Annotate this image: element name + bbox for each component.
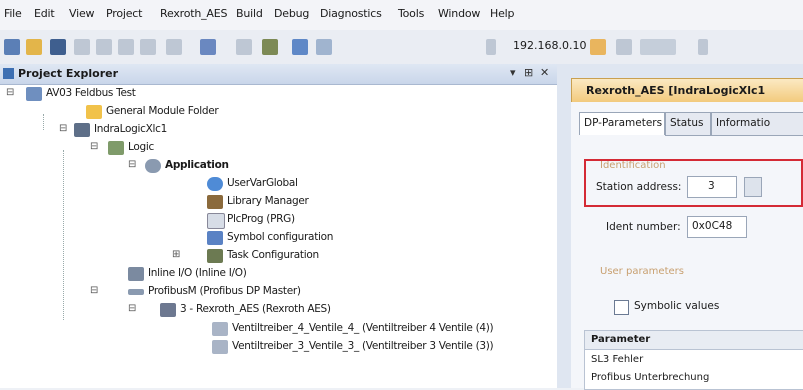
menu-build[interactable]: Build <box>236 7 263 20</box>
application-icon <box>145 159 161 173</box>
tree-item-rexroth-aes[interactable]: 3 - Rexroth_AES (Rexroth AES) <box>160 301 490 319</box>
collapse-toggle[interactable]: ⊟ <box>6 87 14 98</box>
project-explorer-titlebar: Project Explorer ▾ ⊞ ✕ <box>0 64 557 85</box>
tree-item-symbol-configuration[interactable]: Symbol configuration <box>207 229 507 247</box>
undo-icon[interactable] <box>74 39 90 55</box>
project-explorer-title: Project Explorer <box>18 67 119 80</box>
menu-diagnostics[interactable]: Diagnostics <box>320 7 382 20</box>
close-icon[interactable]: ✕ <box>540 66 549 79</box>
ident-number-label: Ident number: <box>606 221 681 233</box>
folder-icon <box>86 105 102 119</box>
menu-edit[interactable]: Edit <box>34 7 55 20</box>
user-parameters-group-label: User parameters <box>600 266 684 277</box>
task-icon <box>207 249 223 263</box>
bus-icon <box>128 289 144 295</box>
dropdown-arrow-icon[interactable] <box>486 39 496 55</box>
symbol-icon <box>207 231 223 245</box>
menu-tools[interactable]: Tools <box>398 7 424 20</box>
tree-item-general-module-folder[interactable]: General Module Folder <box>86 103 386 121</box>
station-address-field[interactable]: 3 <box>687 176 737 198</box>
build-icon[interactable] <box>236 39 252 55</box>
tab-status[interactable]: Status <box>665 112 711 136</box>
menu-bar: File Edit View Project Rexroth_AES Build… <box>0 0 803 30</box>
tree-item-profibus-master[interactable]: ProfibusM (Profibus DP Master) <box>128 283 428 301</box>
collapse-toggle[interactable]: ⊟ <box>90 285 98 296</box>
menu-window[interactable]: Window <box>438 7 480 20</box>
tree-item-project[interactable]: AV03 Feldbus Test <box>26 85 326 103</box>
open-project-icon[interactable] <box>26 39 42 55</box>
find-icon[interactable] <box>200 39 216 55</box>
module-icon <box>212 322 228 336</box>
device-icon[interactable] <box>316 39 332 55</box>
network-scan-icon[interactable] <box>590 39 606 55</box>
menu-rexroth-aes[interactable]: Rexroth_AES <box>160 7 227 20</box>
library-icon <box>207 195 223 209</box>
login-icon[interactable] <box>292 39 308 55</box>
station-address-spinner[interactable] <box>744 177 762 197</box>
project-icon <box>26 87 42 101</box>
overflow-icon[interactable] <box>698 39 708 55</box>
menu-help[interactable]: Help <box>490 7 514 20</box>
tree-item-plcprog[interactable]: PlcProg (PRG) <box>207 211 507 229</box>
symbolic-values-checkbox[interactable] <box>614 300 629 315</box>
binoculars-icon[interactable] <box>262 39 278 55</box>
tree-item-library-manager[interactable]: Library Manager <box>207 193 507 211</box>
tab-information[interactable]: Informatio <box>711 112 803 136</box>
toolbar: 192.168.0.10 <box>0 30 803 64</box>
ident-number-field: 0x0C48 <box>687 216 747 238</box>
new-project-icon[interactable] <box>4 39 20 55</box>
station-address-label: Station address: <box>596 181 682 193</box>
tree-item-ventiltreiber-3[interactable]: Ventiltreiber_3_Ventile_3_ (Ventiltreibe… <box>212 338 557 356</box>
program-icon <box>207 213 225 229</box>
tree-item-inline-io[interactable]: Inline I/O (Inline I/O) <box>128 265 428 283</box>
panel-menu-icon[interactable]: ▾ <box>510 66 516 79</box>
io-module-icon <box>128 267 144 281</box>
controller-icon <box>74 123 90 137</box>
logic-icon <box>108 141 124 155</box>
expand-toggle[interactable]: ⊞ <box>172 249 180 260</box>
symbolic-values-label: Symbolic values <box>634 300 720 312</box>
connection-status-icon <box>640 39 676 55</box>
collapse-toggle[interactable]: ⊟ <box>128 303 136 314</box>
collapse-toggle[interactable]: ⊟ <box>59 123 67 134</box>
project-explorer-panel: Project Explorer ▾ ⊞ ✕ ⊟ AV03 Feldbus Te… <box>0 64 557 388</box>
tree-item-ventiltreiber-4[interactable]: Ventiltreiber_4_Ventile_4_ (Ventiltreibe… <box>212 320 557 338</box>
project-explorer-icon <box>3 68 14 79</box>
collapse-toggle[interactable]: ⊟ <box>90 141 98 152</box>
paste-icon[interactable] <box>118 39 134 55</box>
tree-item-uservarglobal[interactable]: UserVarGlobal <box>207 175 507 193</box>
pin-icon[interactable]: ⊞ <box>524 66 533 79</box>
menu-project[interactable]: Project <box>106 7 142 20</box>
settings-icon[interactable] <box>616 39 632 55</box>
tab-dp-parameters[interactable]: DP-Parameters <box>579 112 665 135</box>
globe-icon <box>207 177 223 191</box>
menu-file[interactable]: File <box>4 7 22 20</box>
parameter-row[interactable]: Profibus Unterbrechung <box>585 369 803 386</box>
parameter-row[interactable]: SL3 Fehler <box>585 351 803 368</box>
delete-icon[interactable] <box>140 39 156 55</box>
tree-item-application[interactable]: Application <box>145 157 445 175</box>
tree-item-task-configuration[interactable]: Task Configuration <box>207 247 507 265</box>
parameter-table: Parameter SL3 Fehler Profibus Unterbrech… <box>584 330 803 390</box>
module-icon <box>212 340 228 354</box>
parameter-header: Parameter <box>585 331 803 350</box>
copy-icon[interactable] <box>96 39 112 55</box>
menu-view[interactable]: View <box>69 7 95 20</box>
save-icon[interactable] <box>50 39 66 55</box>
slave-device-icon <box>160 303 176 317</box>
redo-icon[interactable] <box>166 39 182 55</box>
editor-tab-rexroth-aes[interactable]: Rexroth_AES [IndraLogicXlc1 <box>571 78 803 104</box>
tree-item-indralogic-xlc[interactable]: IndraLogicXlc1 <box>74 121 374 139</box>
ip-address-label: 192.168.0.10 <box>513 39 587 52</box>
collapse-toggle[interactable]: ⊟ <box>128 159 136 170</box>
tree-item-logic[interactable]: Logic <box>108 139 408 157</box>
menu-debug[interactable]: Debug <box>274 7 309 20</box>
